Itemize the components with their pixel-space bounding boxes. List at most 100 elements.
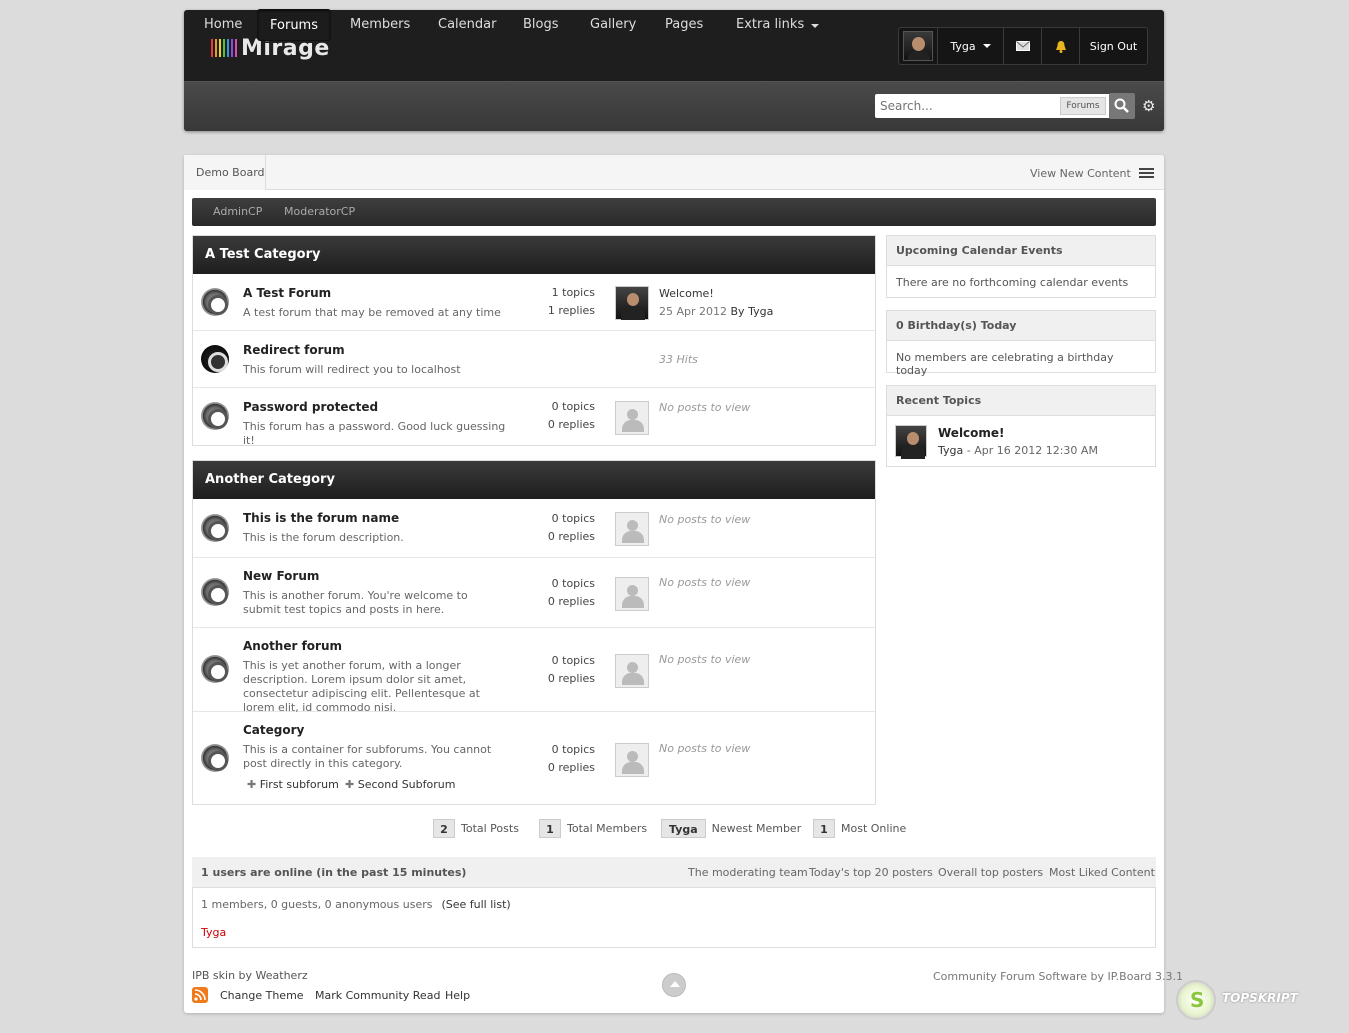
avatar[interactable] [895,425,927,459]
online-title: 1 users are online (in the past 15 minut… [201,866,467,879]
forum-row: Password protected This forum has a pass… [193,388,875,447]
moderating-team-link[interactable]: The moderating team [688,866,808,879]
widget-title[interactable]: Upcoming Calendar Events [887,236,1155,266]
stat-label: Total Members [567,821,648,835]
top-20-posters-link[interactable]: Today's top 20 posters [809,866,933,879]
help-link[interactable]: Help [445,989,470,1002]
stat-total-posts: 2 Total Posts [433,818,519,838]
notifications-button[interactable] [1041,28,1079,64]
search-input[interactable] [875,94,1055,118]
stat-label: Newest Member [711,821,802,835]
search-icon [1114,98,1129,113]
stat-label: Most Online [841,821,907,835]
forum-description: This is the forum description. [243,531,404,544]
category-block: A Test Category A Test Forum A test foru… [192,235,876,447]
category-title[interactable]: Another Category [193,461,875,499]
last-poster-avatar[interactable] [615,286,649,320]
admincp-link[interactable]: AdminCP [213,205,262,218]
change-theme-link[interactable]: Change Theme [220,989,304,1002]
avatar [903,31,933,61]
moderatorcp-link[interactable]: ModeratorCP [284,205,355,218]
list-icon[interactable] [1139,168,1154,179]
category-title[interactable]: A Test Category [193,236,875,274]
sign-out-button[interactable]: Sign Out [1079,28,1147,64]
nav-gallery[interactable]: Gallery [576,9,650,41]
forum-description: This forum will redirect you to localhos… [243,363,461,376]
see-full-list-link[interactable]: (See full list) [441,898,510,911]
forum-title[interactable]: A Test Forum [243,286,331,300]
last-post-user[interactable]: Tyga [748,305,773,318]
widget-title[interactable]: Recent Topics [887,386,1155,416]
overall-top-posters-link[interactable]: Overall top posters [938,866,1043,879]
forum-description: This forum has a password. Good luck gue… [243,420,506,447]
forum-title[interactable]: Another forum [243,639,342,653]
nav-extra-links[interactable]: Extra links [722,9,833,41]
nav-pages[interactable]: Pages [651,9,717,41]
no-posts-text: No posts to view [659,742,751,755]
stat-total-members: 1 Total Members [539,818,647,838]
view-new-content-link[interactable]: View New Content [1030,167,1131,180]
copyright-link[interactable]: Community Forum Software by IP.Board 3.3… [933,970,1183,983]
no-posts-text: No posts to view [659,401,751,414]
sign-out-label: Sign Out [1089,39,1138,53]
stat-value[interactable]: Tyga [661,818,706,838]
category-block: Another Category This is the forum name … [192,460,876,805]
nav-members[interactable]: Members [336,9,424,41]
plus-icon: ✚ [247,778,257,791]
recent-topic-meta: Tyga - Apr 16 2012 12:30 AM [938,444,1098,457]
topics-count: 1 topics [551,286,595,299]
online-counts: 1 members, 0 guests, 0 anonymous users [201,898,433,911]
nav-calendar[interactable]: Calendar [424,9,510,41]
gear-icon[interactable]: ⚙ [1142,97,1155,115]
placeholder-avatar [615,512,649,546]
user-menu-button[interactable]: Tyga [937,28,1003,64]
subforum-label: First subforum [259,778,339,791]
nav-home[interactable]: Home [190,9,256,41]
forum-row: Category This is a container for subforu… [193,712,875,805]
last-post-title[interactable]: Welcome! [659,287,714,300]
forum-title[interactable]: This is the forum name [243,511,399,525]
forum-row: New Forum This is another forum. You're … [193,558,875,628]
stat-newest-member: Tyga Newest Member [661,818,801,838]
forum-stats: 0 topics 0 replies [518,575,595,611]
recent-topic-title[interactable]: Welcome! [938,426,1005,440]
user-bar: Tyga Sign Out [898,27,1148,65]
forum-title[interactable]: Password protected [243,400,378,414]
placeholder-avatar [615,743,649,777]
forum-row: This is the forum name This is the forum… [193,499,875,558]
forum-title[interactable]: Redirect forum [243,343,345,357]
forum-description: This is a container for subforums. You c… [243,743,492,770]
messages-button[interactable] [1003,28,1041,64]
most-liked-content-link[interactable]: Most Liked Content [1049,866,1155,879]
search-button[interactable] [1109,93,1135,119]
online-user-link[interactable]: Tyga [201,926,226,939]
subforum-label: Second Subforum [357,778,456,791]
no-posts-text: No posts to view [659,576,751,589]
nav-forums[interactable]: Forums [257,9,331,41]
subforum-link[interactable]: ✚ First subforum [247,778,339,791]
subforum-link[interactable]: ✚ Second Subforum [345,778,455,791]
mark-community-read-link[interactable]: Mark Community Read [315,989,440,1002]
recent-topic-user[interactable]: Tyga [938,444,963,457]
forum-read-icon [201,578,229,606]
topics-count: 0 topics [551,400,595,413]
forum-stats: 0 topics 0 replies [518,510,595,546]
widget-title[interactable]: 0 Birthday(s) Today [887,311,1155,341]
back-to-top-button[interactable] [662,973,686,997]
forum-title[interactable]: New Forum [243,569,319,583]
rss-glyph [194,989,206,1001]
replies-count: 0 replies [547,672,595,685]
forum-title[interactable]: Category [243,723,304,737]
watermark: S TOPSKRIPT [1176,980,1316,1024]
skin-credit: IPB skin by Weatherz [192,969,308,982]
forum-description: This is another forum. You're welcome to… [243,589,468,616]
user-avatar[interactable] [899,28,937,64]
search-scope[interactable]: Forums [1060,97,1106,115]
rss-icon[interactable] [192,987,208,1003]
nav-blogs[interactable]: Blogs [509,9,573,41]
redirect-hits: 33 Hits [659,353,698,366]
forum-read-icon [201,744,229,772]
forum-read-icon [201,514,229,542]
topics-count: 0 topics [551,512,595,525]
breadcrumb[interactable]: Demo Board [184,155,266,190]
